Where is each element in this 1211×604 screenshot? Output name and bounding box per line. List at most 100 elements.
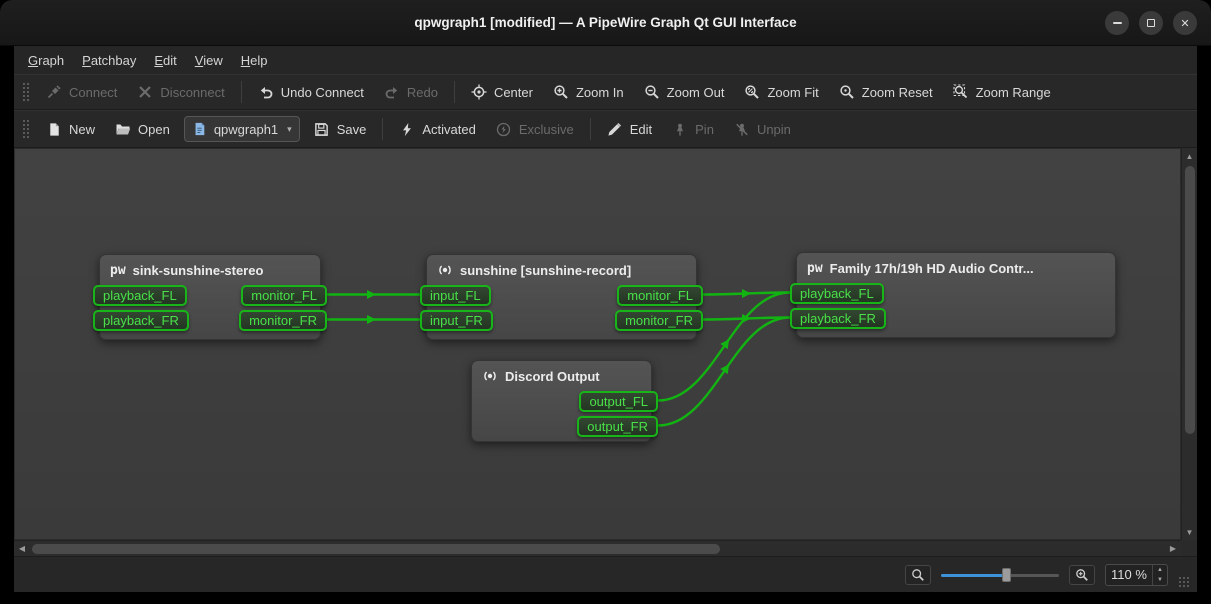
zoom-percent-spinbox[interactable]: ▲ ▼ <box>1105 564 1168 586</box>
node-discord-output[interactable]: Discord Output output_FL output_FR <box>471 360 652 442</box>
port-monitor-fr[interactable]: monitor_FR <box>239 310 327 331</box>
edit-label: Edit <box>630 122 652 137</box>
scroll-right-arrow[interactable]: ▶ <box>1165 541 1181 557</box>
statusbar: ▲ ▼ <box>14 556 1197 592</box>
port-playback-fl[interactable]: playback_FL <box>93 285 187 306</box>
port-monitor-fl[interactable]: monitor_FL <box>241 285 327 306</box>
port-monitor-fr[interactable]: monitor_FR <box>615 310 703 331</box>
redo-label: Redo <box>407 85 438 100</box>
open-button[interactable]: Open <box>105 116 180 142</box>
horizontal-scrollbar[interactable]: ◀ ▶ <box>14 540 1181 556</box>
zoom-slider-fill <box>941 574 1005 577</box>
port-input-fr[interactable]: input_FR <box>420 310 493 331</box>
zoom-reset-button[interactable]: Zoom Reset <box>829 79 943 105</box>
redo-icon <box>384 84 400 100</box>
connect-button[interactable]: Connect <box>36 79 127 105</box>
toolbar-drag-handle[interactable] <box>22 118 30 140</box>
scroll-up-arrow[interactable]: ▲ <box>1182 148 1198 164</box>
zoom-range-button[interactable]: Zoom Range <box>943 79 1061 105</box>
save-icon <box>314 121 330 137</box>
menubar: Graph Patchbay Edit View Help <box>14 46 1197 74</box>
patchbay-selector[interactable]: qpwgraph1 ▾ <box>184 116 300 142</box>
titlebar[interactable]: qpwgraph1 [modified] — A PipeWire Graph … <box>0 0 1211 46</box>
node-family-hd-audio[interactable]: pw Family 17h/19h HD Audio Contr... play… <box>796 252 1116 338</box>
new-label: New <box>69 122 95 137</box>
zoom-fit-button[interactable]: Zoom Fit <box>734 79 828 105</box>
statusbar-zoom-out-button[interactable] <box>905 565 931 585</box>
port-output-fr[interactable]: output_FR <box>577 416 658 437</box>
zoom-out-icon <box>911 568 925 582</box>
menu-edit[interactable]: Edit <box>146 49 184 72</box>
window-resize-grip[interactable] <box>1178 576 1191 589</box>
port-output-fl[interactable]: output_FL <box>579 391 658 412</box>
zoom-reset-icon <box>839 84 855 100</box>
port-playback-fr[interactable]: playback_FR <box>93 310 189 331</box>
undo-connect-button[interactable]: Undo Connect <box>248 79 374 105</box>
toolbar-drag-handle[interactable] <box>22 81 30 103</box>
zoom-in-icon <box>553 84 569 100</box>
menu-view[interactable]: View <box>187 49 231 72</box>
vertical-scrollbar[interactable]: ▲ ▼ <box>1181 148 1197 540</box>
toolbar-main: Connect Disconnect Undo Connect Redo <box>14 74 1197 110</box>
graph-canvas[interactable]: pw sink-sunshine-stereo playback_FL moni… <box>14 148 1181 540</box>
pin-icon <box>672 121 688 137</box>
port-input-fl[interactable]: input_FL <box>420 285 491 306</box>
toolbar-separator <box>454 81 455 103</box>
node-title: sunshine [sunshine-record] <box>460 263 631 278</box>
statusbar-zoom-in-button[interactable] <box>1069 565 1095 585</box>
zoom-in-icon <box>1075 568 1089 582</box>
maximize-button[interactable] <box>1139 11 1163 35</box>
toolbar-separator <box>241 81 242 103</box>
window-controls: ✕ <box>1105 0 1197 46</box>
pin-button[interactable]: Pin <box>662 116 724 142</box>
menu-patchbay[interactable]: Patchbay <box>74 49 144 72</box>
close-button[interactable]: ✕ <box>1173 11 1197 35</box>
redo-button[interactable]: Redo <box>374 79 448 105</box>
minimize-button[interactable] <box>1105 11 1129 35</box>
edit-pencil-icon <box>607 121 623 137</box>
port-playback-fr[interactable]: playback_FR <box>790 308 886 329</box>
node-title: Family 17h/19h HD Audio Contr... <box>830 261 1034 276</box>
zoom-slider-handle[interactable] <box>1002 568 1011 582</box>
connect-label: Connect <box>69 85 117 100</box>
exclusive-button[interactable]: Exclusive <box>486 116 584 142</box>
horizontal-scrollbar-handle[interactable] <box>32 544 720 554</box>
zoom-in-button[interactable]: Zoom In <box>543 79 634 105</box>
zoom-out-button[interactable]: Zoom Out <box>634 79 735 105</box>
toolbar-separator <box>382 118 383 140</box>
new-file-icon <box>46 121 62 137</box>
vertical-scrollbar-handle[interactable] <box>1185 166 1195 434</box>
disconnect-button[interactable]: Disconnect <box>127 79 234 105</box>
zoom-percent-input[interactable] <box>1106 567 1152 582</box>
edit-button[interactable]: Edit <box>597 116 662 142</box>
record-icon <box>437 262 453 278</box>
node-sunshine-record[interactable]: sunshine [sunshine-record] input_FL moni… <box>426 254 697 340</box>
zoom-reset-label: Zoom Reset <box>862 85 933 100</box>
connect-icon <box>46 84 62 100</box>
node-header[interactable]: Discord Output <box>472 361 651 391</box>
spin-down-icon[interactable]: ▼ <box>1153 575 1167 585</box>
unpin-label: Unpin <box>757 122 791 137</box>
menu-help[interactable]: Help <box>233 49 276 72</box>
port-monitor-fl[interactable]: monitor_FL <box>617 285 703 306</box>
center-button[interactable]: Center <box>461 79 543 105</box>
menu-graph[interactable]: Graph <box>20 49 72 72</box>
zoom-slider[interactable] <box>941 567 1059 583</box>
node-header[interactable]: pw sink-sunshine-stereo <box>100 255 320 285</box>
unpin-button[interactable]: Unpin <box>724 116 801 142</box>
center-label: Center <box>494 85 533 100</box>
undo-label: Undo Connect <box>281 85 364 100</box>
activated-button[interactable]: Activated <box>389 116 485 142</box>
node-header[interactable]: sunshine [sunshine-record] <box>427 255 696 285</box>
scroll-left-arrow[interactable]: ◀ <box>14 541 30 557</box>
spin-up-icon[interactable]: ▲ <box>1153 565 1167 575</box>
port-playback-fl[interactable]: playback_FL <box>790 283 884 304</box>
unpin-icon <box>734 121 750 137</box>
node-header[interactable]: pw Family 17h/19h HD Audio Contr... <box>797 253 1115 283</box>
pin-label: Pin <box>695 122 714 137</box>
scroll-down-arrow[interactable]: ▼ <box>1182 524 1198 540</box>
node-sink-sunshine-stereo[interactable]: pw sink-sunshine-stereo playback_FL moni… <box>99 254 321 340</box>
pipewire-icon: pw <box>110 263 126 278</box>
save-button[interactable]: Save <box>304 116 377 142</box>
new-button[interactable]: New <box>36 116 105 142</box>
